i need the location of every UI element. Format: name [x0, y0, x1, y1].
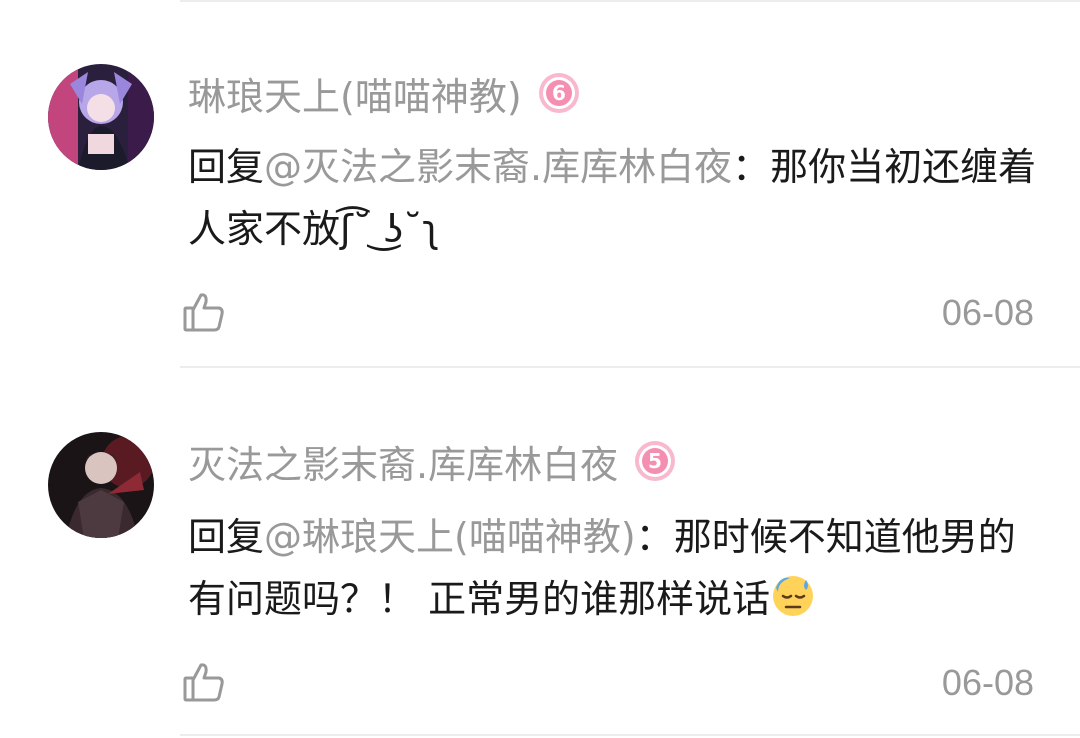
avatar[interactable] [48, 432, 154, 538]
comment-date: 06-08 [941, 292, 1034, 333]
bottom-divider [180, 734, 1080, 736]
level-number: 6 [552, 81, 566, 105]
mention-link[interactable]: @琳琅天上(喵喵神教) [264, 515, 636, 559]
reply-colon: ： [732, 145, 771, 189]
level-5-badge-icon: 5 [634, 440, 676, 482]
username[interactable]: 琳琅天上(喵喵神教) [188, 66, 522, 121]
avatar[interactable] [48, 64, 154, 170]
comment-divider [180, 366, 1080, 368]
comment-date: 06-08 [941, 662, 1034, 703]
reply-prefix: 回复 [188, 515, 265, 559]
reply-colon: ： [635, 515, 674, 559]
top-divider [180, 0, 1080, 2]
username-row: 灭法之影末裔.库库林白夜 5 [188, 434, 676, 489]
username-row: 琳琅天上(喵喵神教) 6 [188, 66, 580, 121]
level-6-badge-icon: 6 [538, 72, 580, 114]
reply-text: 回复@琳琅天上(喵喵神教)：那时候不知道他男的有问题吗？！ 正常男的谁那样说话 [188, 506, 1048, 630]
reply-text: 回复@灭法之影末裔.库库林白夜：那你当初还缠着人家不放ʃ͡˘ ͜ʖ˘ʅ [188, 136, 1048, 260]
thumbs-up-icon[interactable] [182, 290, 226, 334]
downcast-face-with-sweat-emoji-icon [770, 572, 816, 618]
mention-link[interactable]: @灭法之影末裔.库库林白夜 [264, 145, 732, 189]
thumbs-up-icon[interactable] [182, 660, 226, 704]
username[interactable]: 灭法之影末裔.库库林白夜 [188, 434, 618, 489]
reply-prefix: 回复 [188, 145, 265, 189]
level-number: 5 [648, 449, 662, 473]
